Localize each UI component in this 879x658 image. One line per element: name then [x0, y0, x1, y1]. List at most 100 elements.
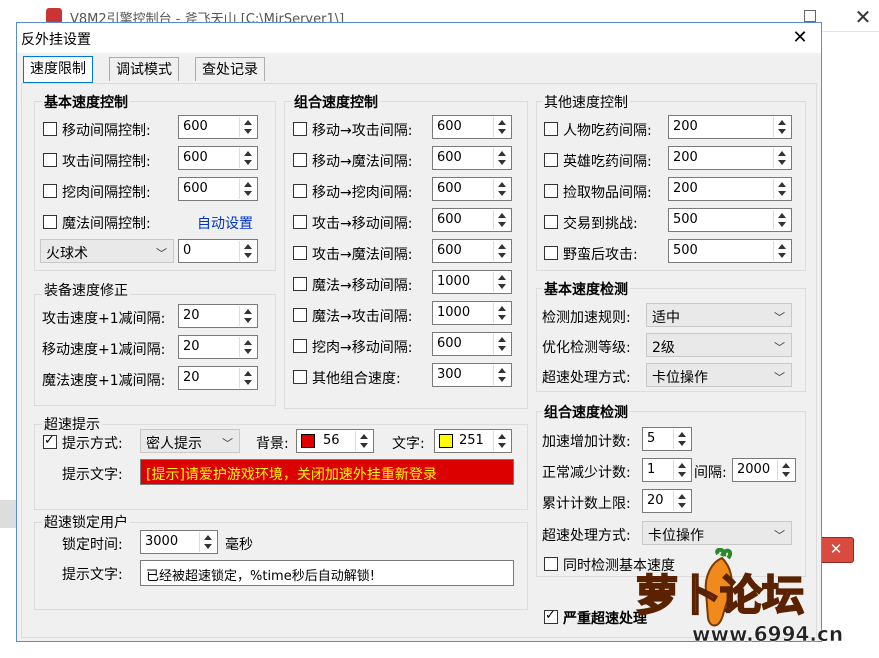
spin-down-icon[interactable] — [494, 282, 510, 292]
checkbox-barbarian-attack[interactable] — [544, 246, 558, 260]
spin-move-speed-bonus[interactable]: 20 — [178, 335, 258, 359]
spin-magic-speed-bonus[interactable]: 20 — [178, 366, 258, 390]
checkbox-pickup[interactable] — [544, 184, 558, 198]
spin-up-icon[interactable] — [240, 148, 256, 158]
spin-magic-attack[interactable]: 1000 — [432, 301, 512, 325]
tab-debug-mode[interactable]: 调试模式 — [109, 57, 179, 81]
spin-down-icon[interactable] — [774, 220, 790, 230]
spin-down-icon[interactable] — [778, 470, 794, 480]
background-close-icon[interactable]: ✕ — [852, 6, 874, 28]
checkbox-trade-challenge[interactable] — [544, 215, 558, 229]
maximize-icon[interactable] — [804, 10, 816, 22]
checkbox-other-combo[interactable] — [293, 370, 307, 384]
spin-spell-value[interactable]: 0 — [178, 239, 258, 263]
spin-attack-interval[interactable]: 600 — [178, 146, 258, 170]
spin-down-icon[interactable] — [774, 189, 790, 199]
checkbox-move-interval[interactable] — [43, 122, 57, 136]
spin-down-icon[interactable] — [674, 470, 690, 480]
bg-color-swatch[interactable] — [301, 434, 315, 448]
checkbox-attack-move[interactable] — [293, 215, 307, 229]
checkbox-move-attack[interactable] — [293, 122, 307, 136]
checkbox-magic-attack[interactable] — [293, 308, 307, 322]
spin-down-icon[interactable] — [240, 316, 256, 326]
spin-down-icon[interactable] — [674, 501, 690, 511]
spin-up-icon[interactable] — [774, 210, 790, 220]
spin-down-icon[interactable] — [494, 441, 510, 451]
spin-dig-interval[interactable]: 600 — [178, 177, 258, 201]
select-detect-level[interactable]: 2级 ﹀ — [646, 333, 792, 357]
spin-up-icon[interactable] — [774, 241, 790, 251]
select-combo-handle[interactable]: 卡位操作 ﹀ — [642, 521, 792, 545]
spin-up-icon[interactable] — [674, 429, 690, 439]
spin-up-icon[interactable] — [674, 491, 690, 501]
spin-up-icon[interactable] — [494, 303, 510, 313]
spin-trade-challenge[interactable]: 500 — [668, 208, 792, 232]
checkbox-attack-interval[interactable] — [43, 153, 57, 167]
checkbox-dig-move[interactable] — [293, 339, 307, 353]
spin-up-icon[interactable] — [494, 334, 510, 344]
spin-down-icon[interactable] — [240, 347, 256, 357]
spin-up-icon[interactable] — [494, 148, 510, 158]
spin-attack-speed-bonus[interactable]: 20 — [178, 304, 258, 328]
spin-dec-count[interactable]: 1 — [642, 458, 692, 482]
spin-interval[interactable]: 2000 — [732, 458, 796, 482]
checkbox-severe-overspeed[interactable] — [544, 608, 558, 624]
spin-down-icon[interactable] — [356, 441, 372, 451]
fg-color-swatch[interactable] — [439, 434, 453, 448]
spin-barbarian-attack[interactable]: 500 — [668, 239, 792, 263]
spin-up-icon[interactable] — [240, 337, 256, 347]
spin-down-icon[interactable] — [240, 189, 256, 199]
spin-up-icon[interactable] — [774, 179, 790, 189]
checkbox-move-magic[interactable] — [293, 153, 307, 167]
spin-up-icon[interactable] — [240, 117, 256, 127]
tab-speed-limit[interactable]: 速度限制 — [23, 56, 93, 83]
spin-down-icon[interactable] — [240, 127, 256, 137]
checkbox-sync-basic[interactable] — [544, 557, 558, 571]
select-prompt-mode[interactable]: 密人提示 ﹀ — [140, 429, 240, 453]
prompt-text-input[interactable]: [提示]请爱护游戏环境，关闭加速外挂重新登录 — [140, 459, 514, 485]
select-overspeed-handle[interactable]: 卡位操作 ﹀ — [646, 363, 792, 387]
spin-up-icon[interactable] — [240, 306, 256, 316]
spin-up-icon[interactable] — [778, 460, 794, 470]
checkbox-magic-interval[interactable] — [43, 215, 57, 229]
spin-bg-color[interactable]: 56 — [296, 429, 374, 453]
spin-up-icon[interactable] — [494, 365, 510, 375]
checkbox-hero-potion[interactable] — [544, 153, 558, 167]
spell-select[interactable]: 火球术 ﹀ — [40, 239, 174, 263]
spin-down-icon[interactable] — [494, 220, 510, 230]
spin-up-icon[interactable] — [356, 431, 372, 441]
spin-down-icon[interactable] — [774, 127, 790, 137]
spin-inc-count[interactable]: 5 — [642, 427, 692, 451]
spin-up-icon[interactable] — [494, 210, 510, 220]
spin-up-icon[interactable] — [494, 272, 510, 282]
spin-up-icon[interactable] — [494, 117, 510, 127]
spin-down-icon[interactable] — [240, 158, 256, 168]
spin-up-icon[interactable] — [240, 241, 256, 251]
spin-attack-magic[interactable]: 600 — [432, 239, 512, 263]
checkbox-magic-move[interactable] — [293, 277, 307, 291]
spin-player-potion[interactable]: 200 — [668, 115, 792, 139]
spin-lock-time[interactable]: 3000 — [140, 530, 218, 554]
spin-up-icon[interactable] — [674, 460, 690, 470]
spin-down-icon[interactable] — [674, 439, 690, 449]
spin-up-icon[interactable] — [200, 532, 216, 542]
spin-attack-move[interactable]: 600 — [432, 208, 512, 232]
spin-down-icon[interactable] — [240, 378, 256, 388]
spin-down-icon[interactable] — [774, 158, 790, 168]
select-detect-rule[interactable]: 适中 ﹀ — [646, 303, 792, 327]
tab-records[interactable]: 查处记录 — [195, 57, 265, 81]
spin-up-icon[interactable] — [494, 241, 510, 251]
spin-magic-move[interactable]: 1000 — [432, 270, 512, 294]
spin-move-dig[interactable]: 600 — [432, 177, 512, 201]
lock-text-input[interactable]: 已经被超速锁定，%time秒后自动解锁! — [140, 560, 514, 586]
spin-down-icon[interactable] — [494, 375, 510, 385]
spin-hero-potion[interactable]: 200 — [668, 146, 792, 170]
spin-move-interval[interactable]: 600 — [178, 115, 258, 139]
spin-up-icon[interactable] — [240, 368, 256, 378]
spin-up-icon[interactable] — [240, 179, 256, 189]
spin-up-icon[interactable] — [494, 431, 510, 441]
spin-count-limit[interactable]: 20 — [642, 489, 692, 513]
spin-down-icon[interactable] — [494, 127, 510, 137]
spin-down-icon[interactable] — [494, 189, 510, 199]
spin-down-icon[interactable] — [494, 251, 510, 261]
